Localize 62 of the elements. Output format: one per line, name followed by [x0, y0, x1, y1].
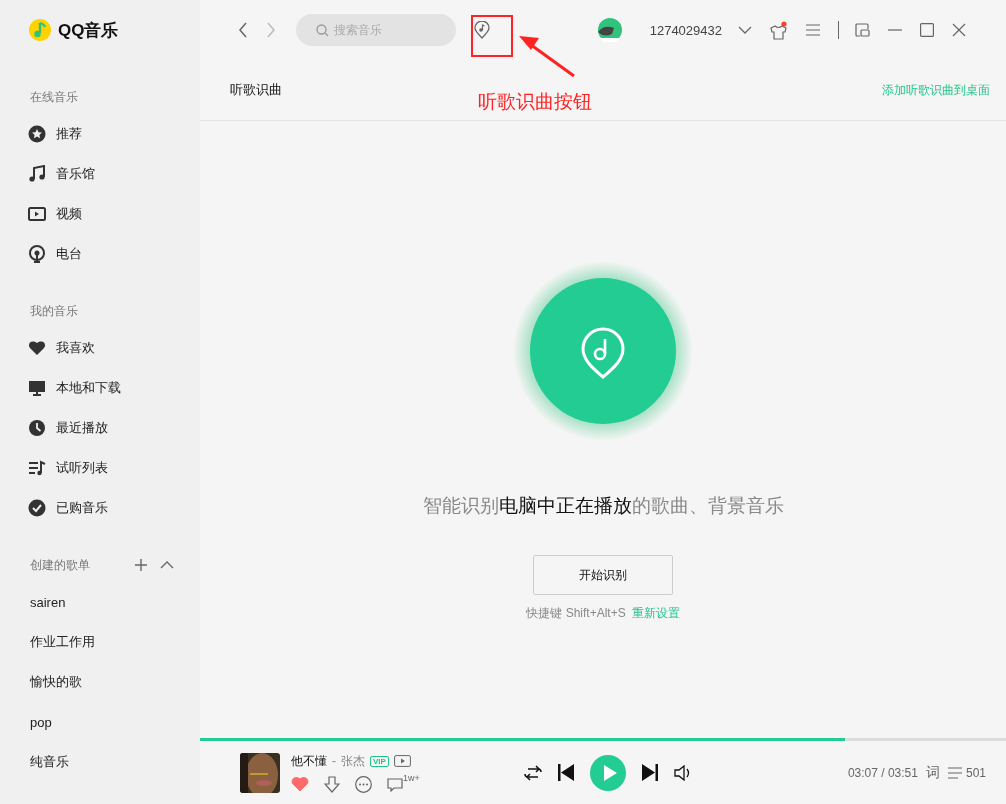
- mini-mode-icon[interactable]: [855, 23, 870, 37]
- chevron-down-icon[interactable]: [738, 26, 752, 34]
- monitor-icon: [28, 379, 46, 397]
- logo-icon: [28, 18, 52, 42]
- avatar[interactable]: [597, 18, 622, 42]
- sidebar-item[interactable]: 推荐: [56, 125, 82, 143]
- comment-icon[interactable]: [387, 776, 403, 792]
- section-title: 在线音乐: [30, 88, 78, 106]
- sidebar-item[interactable]: 音乐馆: [56, 165, 95, 183]
- next-icon[interactable]: [642, 764, 658, 781]
- sidebar-item[interactable]: 本地和下载: [56, 379, 121, 397]
- sidebar-item[interactable]: 已购音乐: [56, 499, 108, 517]
- separator: -: [332, 754, 336, 768]
- back-icon[interactable]: [238, 22, 248, 38]
- sidebar-item[interactable]: 愉快的歌: [30, 673, 82, 691]
- page-title: 听歌识曲: [230, 81, 282, 99]
- heart-icon[interactable]: [291, 776, 309, 792]
- caret-up-icon[interactable]: [160, 561, 174, 569]
- section-title: 我的音乐: [30, 302, 78, 320]
- play-time: 03:07 / 03:51: [847, 765, 918, 780]
- music-note-icon: [28, 165, 46, 183]
- shirt-icon[interactable]: [770, 20, 788, 40]
- plus-icon[interactable]: [134, 558, 148, 572]
- maximize-icon[interactable]: [920, 23, 934, 37]
- sidebar-item[interactable]: sairen: [30, 594, 66, 610]
- comment-count: 1w+: [403, 772, 420, 783]
- clock-icon: [28, 419, 46, 437]
- sidebar-item[interactable]: 视频: [56, 205, 82, 223]
- description: 智能识别电脑中正在播放的歌曲、背景音乐: [422, 494, 784, 518]
- lyrics-button[interactable]: 词: [925, 763, 940, 782]
- sidebar-item[interactable]: 试听列表: [56, 459, 108, 477]
- heart-icon: [28, 339, 46, 357]
- highlight-frame: [471, 15, 513, 57]
- sidebar-item[interactable]: 我喜欢: [56, 339, 95, 357]
- annotation-arrow: [517, 34, 577, 78]
- annotation-text: 听歌识曲按钮: [478, 90, 592, 114]
- sidebar-item[interactable]: 最近播放: [56, 419, 108, 437]
- video-icon: [28, 205, 46, 223]
- section-title: 创建的歌单: [30, 556, 90, 574]
- download-icon[interactable]: [324, 775, 340, 793]
- check-circle-icon: [28, 499, 46, 517]
- shortcut-text: 快捷键 Shift+Alt+S: [526, 605, 626, 622]
- user-name[interactable]: 1274029432: [649, 22, 722, 38]
- radio-icon: [28, 245, 46, 263]
- previous-icon[interactable]: [558, 764, 574, 781]
- search-icon: [316, 24, 329, 37]
- volume-icon[interactable]: [674, 764, 691, 781]
- sidebar-item[interactable]: pop: [30, 714, 52, 730]
- sidebar-item[interactable]: 电台: [56, 245, 82, 263]
- sidebar-item[interactable]: 作业工作用: [30, 633, 95, 651]
- app-name: QQ音乐: [58, 19, 119, 42]
- playlist-icon: [28, 459, 46, 477]
- start-button[interactable]: 开始识别: [533, 555, 673, 595]
- playlist-count: 501: [965, 765, 986, 780]
- repeat-icon[interactable]: [524, 764, 542, 781]
- mv-icon[interactable]: [393, 755, 411, 767]
- song-recognition-icon[interactable]: [474, 21, 490, 39]
- close-icon[interactable]: [952, 23, 966, 37]
- vip-badge: VIP: [370, 755, 389, 767]
- more-icon[interactable]: [355, 775, 372, 793]
- sidebar-item[interactable]: 纯音乐: [30, 753, 69, 771]
- song-title[interactable]: 他不懂: [291, 752, 327, 770]
